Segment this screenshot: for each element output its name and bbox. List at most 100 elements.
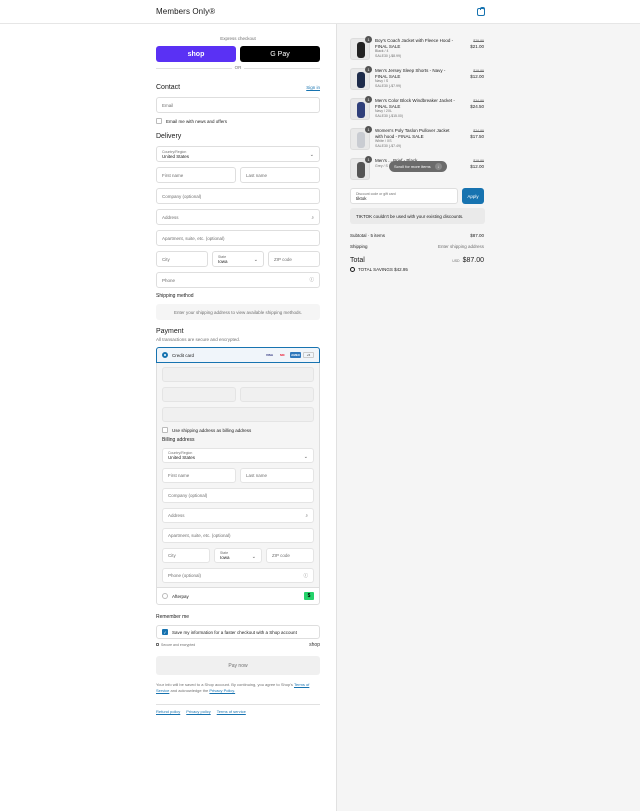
- billing-city-field[interactable]: City: [162, 548, 210, 563]
- product-figure: [357, 72, 365, 88]
- afterpay-radio[interactable]: [162, 593, 168, 599]
- last-name-placeholder: Last name: [246, 172, 268, 178]
- privacy-policy-footer-link[interactable]: Privacy policy: [186, 709, 210, 714]
- savings-text: TOTAL SAVINGS $42.95: [358, 267, 408, 272]
- chevron-down-icon: ⌄: [253, 257, 258, 263]
- pay-now-button[interactable]: Pay now: [156, 656, 320, 675]
- phone-field[interactable]: Phone ⓘ: [156, 272, 320, 288]
- cart-item: 1 Men's Jersey Sleep Shorts - Navy - FINA…: [350, 66, 484, 90]
- news-label: Email me with news and offers: [166, 118, 227, 124]
- company-field[interactable]: Company (optional): [156, 188, 320, 204]
- more-cards-icon: +5: [303, 352, 314, 358]
- total-savings: TOTAL SAVINGS $42.95: [350, 267, 484, 272]
- item-info: Boy's Coach Jacket with Fleece Hood - FI…: [375, 38, 457, 60]
- scroll-more-pill[interactable]: Scroll for more items ↓: [389, 161, 447, 172]
- brand-logo[interactable]: Members Only®: [156, 7, 215, 16]
- site-header: Members Only®: [0, 0, 640, 24]
- city-field[interactable]: City: [156, 251, 208, 267]
- zip-field[interactable]: ZIP code: [268, 251, 320, 267]
- express-checkout-label: Express checkout: [220, 36, 256, 41]
- news-checkbox[interactable]: [156, 118, 162, 124]
- shipping-method-heading: Shipping method: [156, 293, 194, 299]
- item-info: Men's Jersey Sleep Shorts - Navy - FINAL…: [375, 68, 457, 90]
- item-discount: SALE30 (-$8.99): [375, 54, 402, 58]
- billing-apartment-placeholder: Apartment, suite, etc. (optional): [168, 533, 231, 538]
- country-select[interactable]: Country/Region United States ⌄: [156, 146, 320, 162]
- discount-row: Discount code or gift card tiktok Apply: [350, 188, 484, 204]
- item-name: Men's Color Block Windbreaker Jacket - F…: [375, 98, 455, 109]
- name-on-card-field[interactable]: [162, 407, 314, 422]
- billing-last-name-field[interactable]: Last name: [240, 468, 314, 483]
- apartment-field[interactable]: Apartment, suite, etc. (optional): [156, 230, 320, 246]
- item-price: $12.00: [470, 164, 484, 169]
- billing-zip-placeholder: ZIP code: [272, 553, 290, 558]
- phone-placeholder: Phone: [162, 277, 176, 283]
- subtotal-value: $87.00: [470, 233, 484, 238]
- billing-first-name-field[interactable]: First name: [162, 468, 236, 483]
- search-icon: ⌕: [311, 214, 314, 220]
- payment-methods: Credit card VISA MC AMEX +5 Use shipping…: [156, 347, 320, 605]
- apply-button[interactable]: Apply: [462, 188, 484, 204]
- save-info-label: Save my information for a faster checkou…: [172, 629, 297, 635]
- express-checkout: shop G Pay: [156, 46, 320, 62]
- billing-phone-field[interactable]: Phone (optional) ⓘ: [162, 568, 314, 583]
- refund-policy-link[interactable]: Refund policy: [156, 709, 180, 714]
- product-image: 1: [350, 156, 372, 180]
- billing-company-field[interactable]: Company (optional): [162, 488, 314, 503]
- scroll-pill-label: Scroll for more items: [394, 164, 431, 169]
- shop-logo: shop: [309, 642, 320, 648]
- credit-card-radio[interactable]: [162, 352, 168, 358]
- cart-bag-icon[interactable]: [477, 6, 485, 16]
- terms-mid: and acknowledge the: [170, 688, 209, 693]
- sign-in-link[interactable]: Sign in: [306, 85, 320, 90]
- billing-state-select[interactable]: State Iowa ⌄: [214, 548, 262, 563]
- billing-first-name-placeholder: First name: [168, 473, 190, 478]
- item-price-block: $19.99 $12.00: [462, 68, 484, 90]
- save-info-checkbox[interactable]: ✓: [162, 629, 168, 635]
- shop-pay-button[interactable]: shop: [156, 46, 236, 62]
- credit-card-option[interactable]: Credit card VISA MC AMEX +5: [156, 347, 320, 363]
- subtotal-label: Subtotal · 5 items: [350, 233, 386, 238]
- google-pay-button[interactable]: G Pay: [240, 46, 320, 62]
- billing-company-placeholder: Company (optional): [168, 493, 208, 498]
- discount-code-field[interactable]: Discount code or gift card tiktok: [350, 188, 458, 204]
- product-image: 1: [350, 126, 372, 150]
- mastercard-icon: MC: [280, 353, 285, 357]
- afterpay-option[interactable]: Afterpay $: [157, 588, 319, 604]
- search-icon: ⌕: [305, 513, 308, 518]
- first-name-field[interactable]: First name: [156, 167, 236, 183]
- item-info: Men's Color Block Windbreaker Jacket - F…: [375, 98, 457, 120]
- or-divider: OR: [156, 65, 320, 70]
- last-name-field[interactable]: Last name: [240, 167, 320, 183]
- remember-option[interactable]: ✓ Save my information for a faster check…: [156, 625, 320, 639]
- help-icon[interactable]: ⓘ: [310, 277, 315, 283]
- billing-address-field[interactable]: Address ⌕: [162, 508, 314, 523]
- terms-of-service-footer-link[interactable]: Terms of service: [217, 709, 246, 714]
- chevron-down-icon: ⌄: [251, 554, 256, 560]
- item-price-block: $24.99 $17.50: [462, 128, 484, 150]
- item-info: Women's Poly Taslon Pullover Jacket with…: [375, 128, 457, 150]
- billing-country-select[interactable]: Country/Region United States ⌄: [162, 448, 314, 463]
- privacy-policy-link[interactable]: Privacy Policy.: [209, 688, 235, 693]
- product-figure: [357, 42, 365, 58]
- arrow-down-icon: ↓: [434, 163, 442, 170]
- email-field[interactable]: Email: [156, 97, 320, 113]
- help-icon[interactable]: ⓘ: [304, 573, 309, 579]
- use-shipping-checkbox[interactable]: [162, 427, 168, 433]
- expiry-field[interactable]: [162, 387, 236, 402]
- amex-icon: AMEX: [290, 352, 301, 358]
- item-discount: SALE30 (-$15.00): [375, 114, 404, 118]
- secure-text: Secure and encrypted: [161, 643, 196, 647]
- total-value: $87.00: [462, 257, 484, 264]
- cart-item: 1 Women's Poly Taslon Pullover Jacket wit…: [350, 126, 484, 150]
- card-number-field[interactable]: [162, 367, 314, 382]
- address-field[interactable]: Address ⌕: [156, 209, 320, 225]
- email-placeholder: Email: [162, 102, 174, 108]
- total-label: Total: [350, 257, 365, 264]
- billing-zip-field[interactable]: ZIP code: [266, 548, 314, 563]
- billing-apartment-field[interactable]: Apartment, suite, etc. (optional): [162, 528, 314, 543]
- item-discount: SALE30 (-$7.99): [375, 84, 402, 88]
- shipping-notice: Enter your shipping address to view avai…: [156, 304, 320, 320]
- security-code-field[interactable]: [240, 387, 314, 402]
- state-select[interactable]: State Iowa ⌄: [212, 251, 264, 267]
